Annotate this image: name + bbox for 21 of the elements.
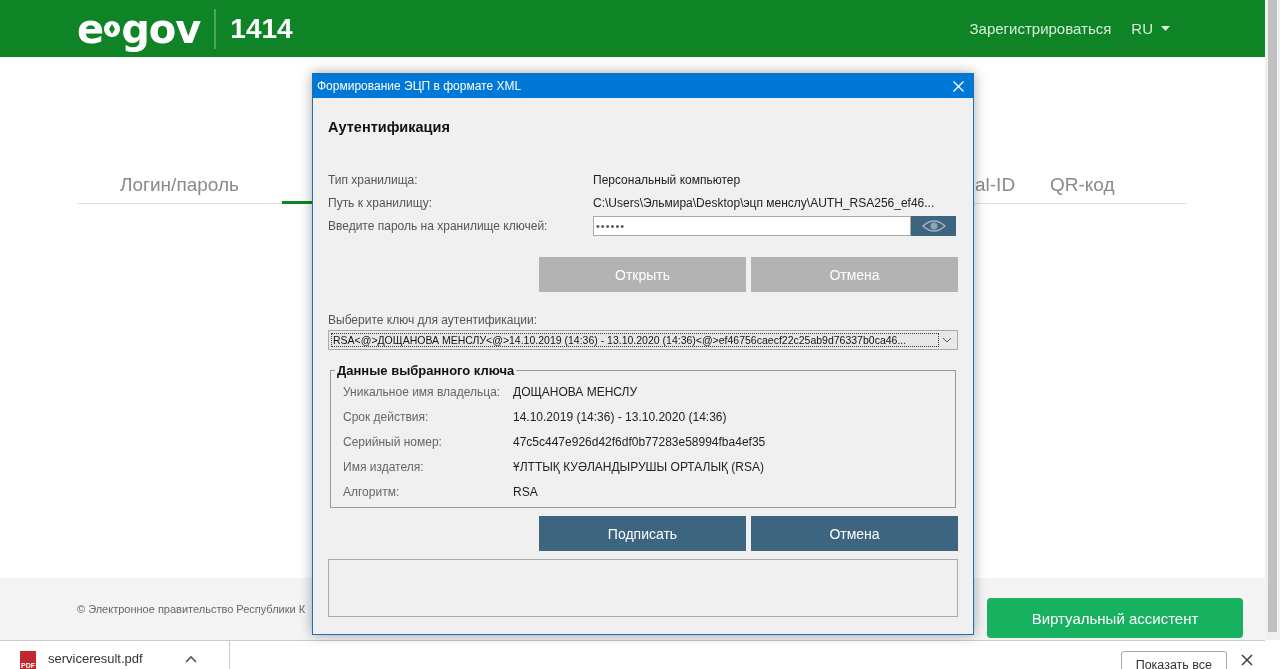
field-label: Путь к хранилищу: (328, 195, 433, 210)
hotline-number: 1414 (230, 12, 293, 45)
copyright-text: © Электронное правительство Республики К (77, 603, 306, 615)
field-label: Введите пароль на хранилище ключей: (328, 218, 549, 233)
dialog-title: Формирование ЭЦП в формате XML (317, 79, 522, 93)
field-label: Тип хранилища: (328, 172, 419, 187)
section-heading: Аутентификация (328, 119, 451, 135)
field-value: 14.10.2019 (14:36) - 13.10.2020 (14:36) (513, 409, 728, 424)
field-value: ҰЛТТЫҚ КУӘЛАНДЫРУШЫ ОРТАЛЫҚ (RSA) (513, 459, 766, 474)
field-label: Имя издателя: (343, 459, 425, 474)
field-value: C:\Users\Эльмира\Desktop\эцп менслу\AUTH_RSA256_ef46... (593, 195, 936, 210)
field-value: RSA (513, 484, 539, 499)
field-label: Серийный номер: (343, 434, 443, 449)
field-value: Персональный компьютер (593, 172, 742, 187)
field-value: 47c5c447e926d42f6df0b77283e58994fba4ef35 (513, 434, 767, 449)
field-label: Срок действия: (343, 409, 430, 424)
field-label: Уникальное имя владельца: (343, 384, 502, 399)
group-legend: Данные выбранного ключа (335, 363, 517, 378)
field-value: ДОЩАНОВА МЕНСЛУ (513, 384, 639, 399)
field-label: Выберите ключ для аутентификации: (328, 313, 539, 327)
field-label: Алгоритм: (343, 484, 401, 499)
